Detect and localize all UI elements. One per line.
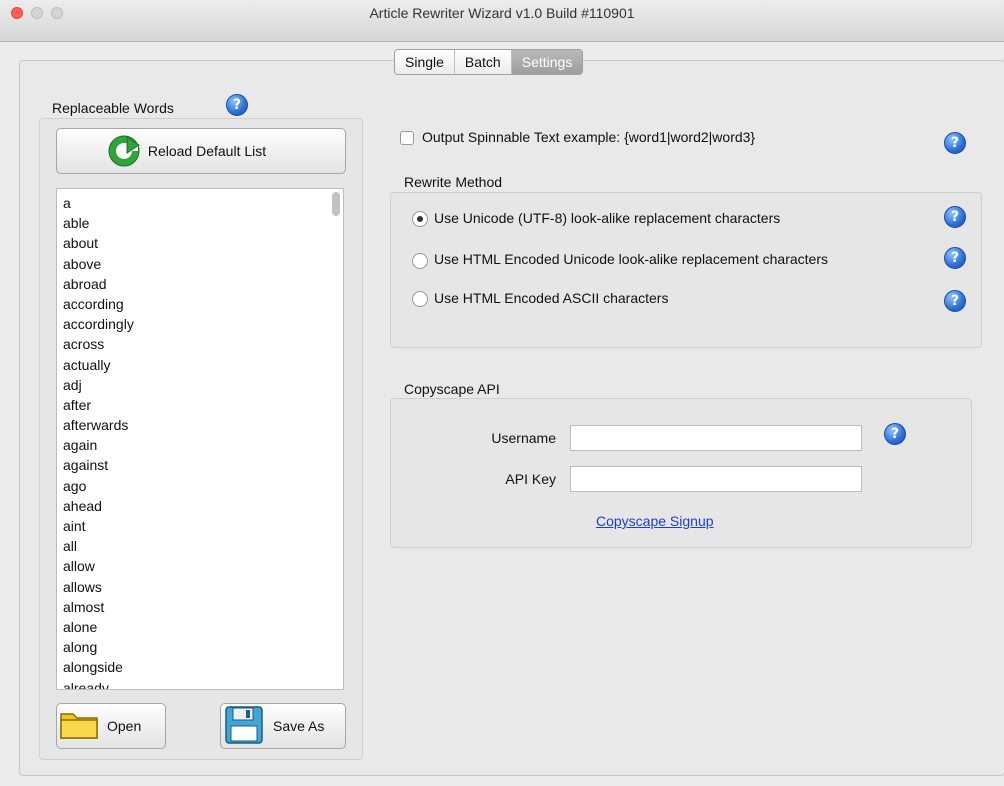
word-list-item[interactable]: again: [63, 435, 325, 455]
username-input[interactable]: [570, 425, 862, 451]
username-help-icon[interactable]: ?: [884, 423, 906, 445]
api-key-input[interactable]: [570, 466, 862, 492]
word-list-item[interactable]: allows: [63, 577, 325, 597]
word-list-item[interactable]: a: [63, 193, 325, 213]
replaceable-words-help-icon[interactable]: ?: [226, 94, 248, 116]
word-list-item[interactable]: already: [63, 678, 325, 690]
word-list-item[interactable]: afterwards: [63, 415, 325, 435]
option-html-encoded-unicode-help-icon[interactable]: ?: [944, 247, 966, 269]
reload-default-list-button[interactable]: Reload Default List: [56, 128, 346, 174]
copyscape-api-label: Copyscape API: [404, 381, 500, 397]
word-list-item[interactable]: actually: [63, 355, 325, 375]
word-list-item[interactable]: adj: [63, 375, 325, 395]
option-unicode-utf8-label: Use Unicode (UTF-8) look-alike replaceme…: [434, 210, 781, 226]
api-key-label: API Key: [505, 471, 556, 487]
radio-unicode-utf8[interactable]: [412, 211, 428, 227]
window-title: Article Rewriter Wizard v1.0 Build #1109…: [369, 5, 635, 21]
scroll-thumb[interactable]: [332, 192, 340, 216]
tab-batch[interactable]: Batch: [455, 50, 512, 74]
option-html-encoded-unicode-label: Use HTML Encoded Unicode look-alike repl…: [434, 251, 828, 267]
option-html-encoded-ascii-label: Use HTML Encoded ASCII characters: [434, 290, 669, 306]
replaceable-words-list[interactable]: a able about above abroad according accordingl…: [56, 188, 344, 690]
help-glyph: ?: [950, 209, 960, 225]
help-glyph: ?: [890, 426, 900, 442]
word-list-item[interactable]: all: [63, 536, 325, 556]
help-glyph: ?: [950, 135, 960, 151]
output-spinnable-checkbox[interactable]: [400, 131, 414, 145]
word-list-item[interactable]: allow: [63, 556, 325, 576]
word-list-item[interactable]: alone: [63, 617, 325, 637]
save-as-label: Save As: [273, 718, 325, 734]
output-spinnable-label: Output Spinnable Text example: {word1|wo…: [422, 129, 756, 145]
copyscape-signup-link[interactable]: Copyscape Signup: [596, 513, 714, 529]
help-glyph: ?: [232, 97, 242, 113]
tab-settings[interactable]: Settings: [511, 50, 583, 74]
word-list-item[interactable]: above: [63, 254, 325, 274]
word-list-item[interactable]: against: [63, 455, 325, 475]
tab-single[interactable]: Single: [395, 50, 455, 74]
word-list-item[interactable]: abroad: [63, 274, 325, 294]
word-list-item[interactable]: alongside: [63, 657, 325, 677]
open-label: Open: [107, 718, 142, 734]
help-glyph: ?: [950, 250, 960, 266]
save-icon: [223, 705, 265, 748]
word-list-scrollbar[interactable]: [331, 191, 341, 687]
save-as-button[interactable]: Save As: [220, 703, 346, 749]
output-spinnable-help-icon[interactable]: ?: [944, 132, 966, 154]
word-list-item[interactable]: ago: [63, 476, 325, 496]
word-list-item[interactable]: able: [63, 213, 325, 233]
option-unicode-utf8-help-icon[interactable]: ?: [944, 206, 966, 228]
radio-html-encoded-unicode[interactable]: [412, 253, 428, 269]
help-glyph: ?: [950, 293, 960, 309]
word-list-item[interactable]: after: [63, 395, 325, 415]
reload-label: Reload Default List: [147, 143, 267, 159]
reload-icon: [106, 133, 142, 169]
word-list-item[interactable]: almost: [63, 597, 325, 617]
word-list-item[interactable]: along: [63, 637, 325, 657]
word-list-item[interactable]: across: [63, 334, 325, 354]
word-list-item[interactable]: accordingly: [63, 314, 325, 334]
open-button[interactable]: Open: [56, 703, 166, 749]
option-html-encoded-ascii-help-icon[interactable]: ?: [944, 290, 966, 312]
username-label: Username: [491, 430, 556, 446]
tab-bar: Single Batch Settings: [394, 49, 584, 75]
radio-html-encoded-ascii[interactable]: [412, 291, 428, 307]
word-list-item[interactable]: according: [63, 294, 325, 314]
replaceable-words-label: Replaceable Words: [52, 100, 174, 116]
rewrite-method-label: Rewrite Method: [404, 174, 503, 190]
folder-icon: [59, 708, 101, 745]
word-list-items: a able about above abroad according accordingl…: [63, 193, 325, 690]
word-list-item[interactable]: ahead: [63, 496, 325, 516]
word-list-item[interactable]: about: [63, 233, 325, 253]
title-bar: Article Rewriter Wizard v1.0 Build #1109…: [0, 0, 1004, 42]
word-list-item[interactable]: aint: [63, 516, 325, 536]
